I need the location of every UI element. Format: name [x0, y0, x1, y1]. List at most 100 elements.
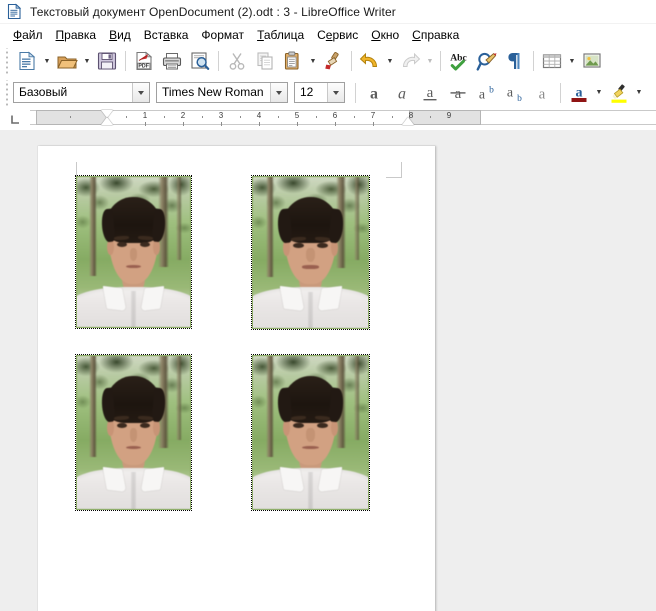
undo-dropdown-arrow[interactable]: ▼: [384, 47, 396, 75]
paragraph-style-combobox[interactable]: Базовый: [13, 82, 150, 103]
menu-format[interactable]: Формат: [195, 27, 251, 43]
title-bar: Текстовый документ OpenDocument (2).odt …: [0, 0, 656, 24]
highlighting-dropdown-arrow[interactable]: ▼: [633, 79, 645, 107]
chevron-down-icon[interactable]: [270, 83, 287, 102]
open-document-button[interactable]: [53, 47, 81, 75]
writer-document-icon: [6, 3, 23, 20]
menu-help[interactable]: Справка: [406, 27, 466, 43]
portrait-photo[interactable]: [75, 175, 192, 329]
find-replace-button[interactable]: [473, 47, 501, 75]
insert-image-button[interactable]: [578, 47, 606, 75]
copy-button[interactable]: [251, 47, 279, 75]
right-indent-marker[interactable]: [402, 117, 414, 125]
ruler-tick: [126, 116, 127, 118]
svg-text:a: a: [479, 87, 486, 102]
cut-button[interactable]: [223, 47, 251, 75]
toolbar-separator: [533, 51, 534, 71]
svg-text:a: a: [427, 85, 434, 101]
ruler-number: 3: [218, 111, 224, 120]
portrait-photo[interactable]: [251, 354, 370, 511]
toolbar-separator: [125, 51, 126, 71]
font-size-combobox[interactable]: 12: [294, 82, 345, 103]
libreoffice-writer-window: Текстовый документ OpenDocument (2).odt …: [0, 0, 656, 611]
spelling-button[interactable]: Abc: [445, 47, 473, 75]
ruler-tab-stop: [145, 122, 146, 126]
print-preview-button[interactable]: [186, 47, 214, 75]
ruler-tab-stop: [259, 122, 260, 126]
portrait-photo[interactable]: [251, 175, 370, 330]
ruler-band: [30, 110, 656, 125]
font-color-dropdown-arrow[interactable]: ▼: [593, 79, 605, 107]
ruler-tick: [240, 116, 241, 118]
svg-text:b: b: [489, 85, 494, 95]
ruler-tab-stop: [297, 122, 298, 126]
svg-text:PDF: PDF: [138, 64, 149, 70]
bold-button[interactable]: a: [360, 79, 388, 107]
new-document-dropdown-arrow[interactable]: ▼: [41, 47, 53, 75]
formatbar-separator: [355, 82, 356, 103]
undo-button[interactable]: [356, 47, 384, 75]
insert-table-button[interactable]: [538, 47, 566, 75]
highlighting-button[interactable]: [605, 79, 633, 107]
ruler-number: 7: [370, 111, 376, 120]
portrait-photo[interactable]: [75, 354, 192, 511]
ruler-tick: [354, 116, 355, 118]
subscript-button[interactable]: a b: [500, 79, 528, 107]
ruler-tab-stop: [221, 122, 222, 126]
menu-file[interactable]: Файл: [7, 27, 50, 43]
photo-content: [253, 356, 368, 509]
chevron-down-icon[interactable]: [132, 83, 149, 102]
photo-content: [253, 177, 368, 328]
open-document-dropdown-arrow[interactable]: ▼: [81, 47, 93, 75]
ruler-tab-stop: [183, 122, 184, 126]
formatbar-grip[interactable]: [3, 79, 11, 106]
ruler-number: 5: [294, 111, 300, 120]
document-page[interactable]: [38, 146, 435, 611]
horizontal-ruler[interactable]: 1 2 3 4 5 6 7 8 9: [30, 108, 656, 130]
paste-dropdown-arrow[interactable]: ▼: [307, 47, 319, 75]
ruler-tick: [430, 116, 431, 118]
ruler-number: 2: [180, 111, 186, 120]
svg-text:b: b: [517, 94, 522, 104]
strikethrough-button[interactable]: a: [444, 79, 472, 107]
left-indent-marker[interactable]: [101, 117, 113, 125]
document-workspace[interactable]: [0, 144, 656, 611]
paste-button[interactable]: [279, 47, 307, 75]
ruler-number: 6: [332, 111, 338, 120]
ruler-number: 9: [446, 111, 452, 120]
font-color-button[interactable]: a: [565, 79, 593, 107]
menu-table[interactable]: Таблица: [251, 27, 311, 43]
chevron-down-icon[interactable]: [327, 83, 344, 102]
superscript-button[interactable]: a b: [472, 79, 500, 107]
svg-text:a: a: [455, 86, 462, 102]
export-pdf-button[interactable]: PDF: [130, 47, 158, 75]
italic-button[interactable]: a: [388, 79, 416, 107]
menu-insert[interactable]: Вставка: [138, 27, 196, 43]
formatting-marks-button[interactable]: [501, 47, 529, 75]
insert-table-dropdown-arrow[interactable]: ▼: [566, 47, 578, 75]
ruler-number: 1: [142, 111, 148, 120]
new-document-button[interactable]: [13, 47, 41, 75]
ruler-right-margin: [409, 110, 481, 125]
clear-formatting-button[interactable]: a: [528, 79, 556, 107]
toolbar-separator: [218, 51, 219, 71]
photo-content: [77, 177, 190, 327]
menu-edit[interactable]: Правка: [50, 27, 104, 43]
standard-toolbar: ▼ ▼ PDF ▼ ▼ ▼ Abc ▼: [0, 45, 656, 77]
redo-dropdown-arrow[interactable]: ▼: [424, 47, 436, 75]
redo-button[interactable]: [396, 47, 424, 75]
menu-bar: Файл Правка Вид Вставка Формат Таблица С…: [0, 24, 656, 45]
svg-text:a: a: [398, 85, 406, 102]
underline-button[interactable]: a: [416, 79, 444, 107]
ruler-tick: [392, 116, 393, 118]
menu-view[interactable]: Вид: [103, 27, 138, 43]
toolbar-grip[interactable]: [3, 48, 11, 74]
menu-window[interactable]: Окно: [365, 27, 406, 43]
print-button[interactable]: [158, 47, 186, 75]
tab-stop-selector[interactable]: [0, 108, 30, 130]
clone-formatting-button[interactable]: [319, 47, 347, 75]
font-name-combobox[interactable]: Times New Roman: [156, 82, 288, 103]
save-document-button[interactable]: [93, 47, 121, 75]
menu-tools[interactable]: Сервис: [311, 27, 365, 43]
ruler-tick: [278, 116, 279, 118]
